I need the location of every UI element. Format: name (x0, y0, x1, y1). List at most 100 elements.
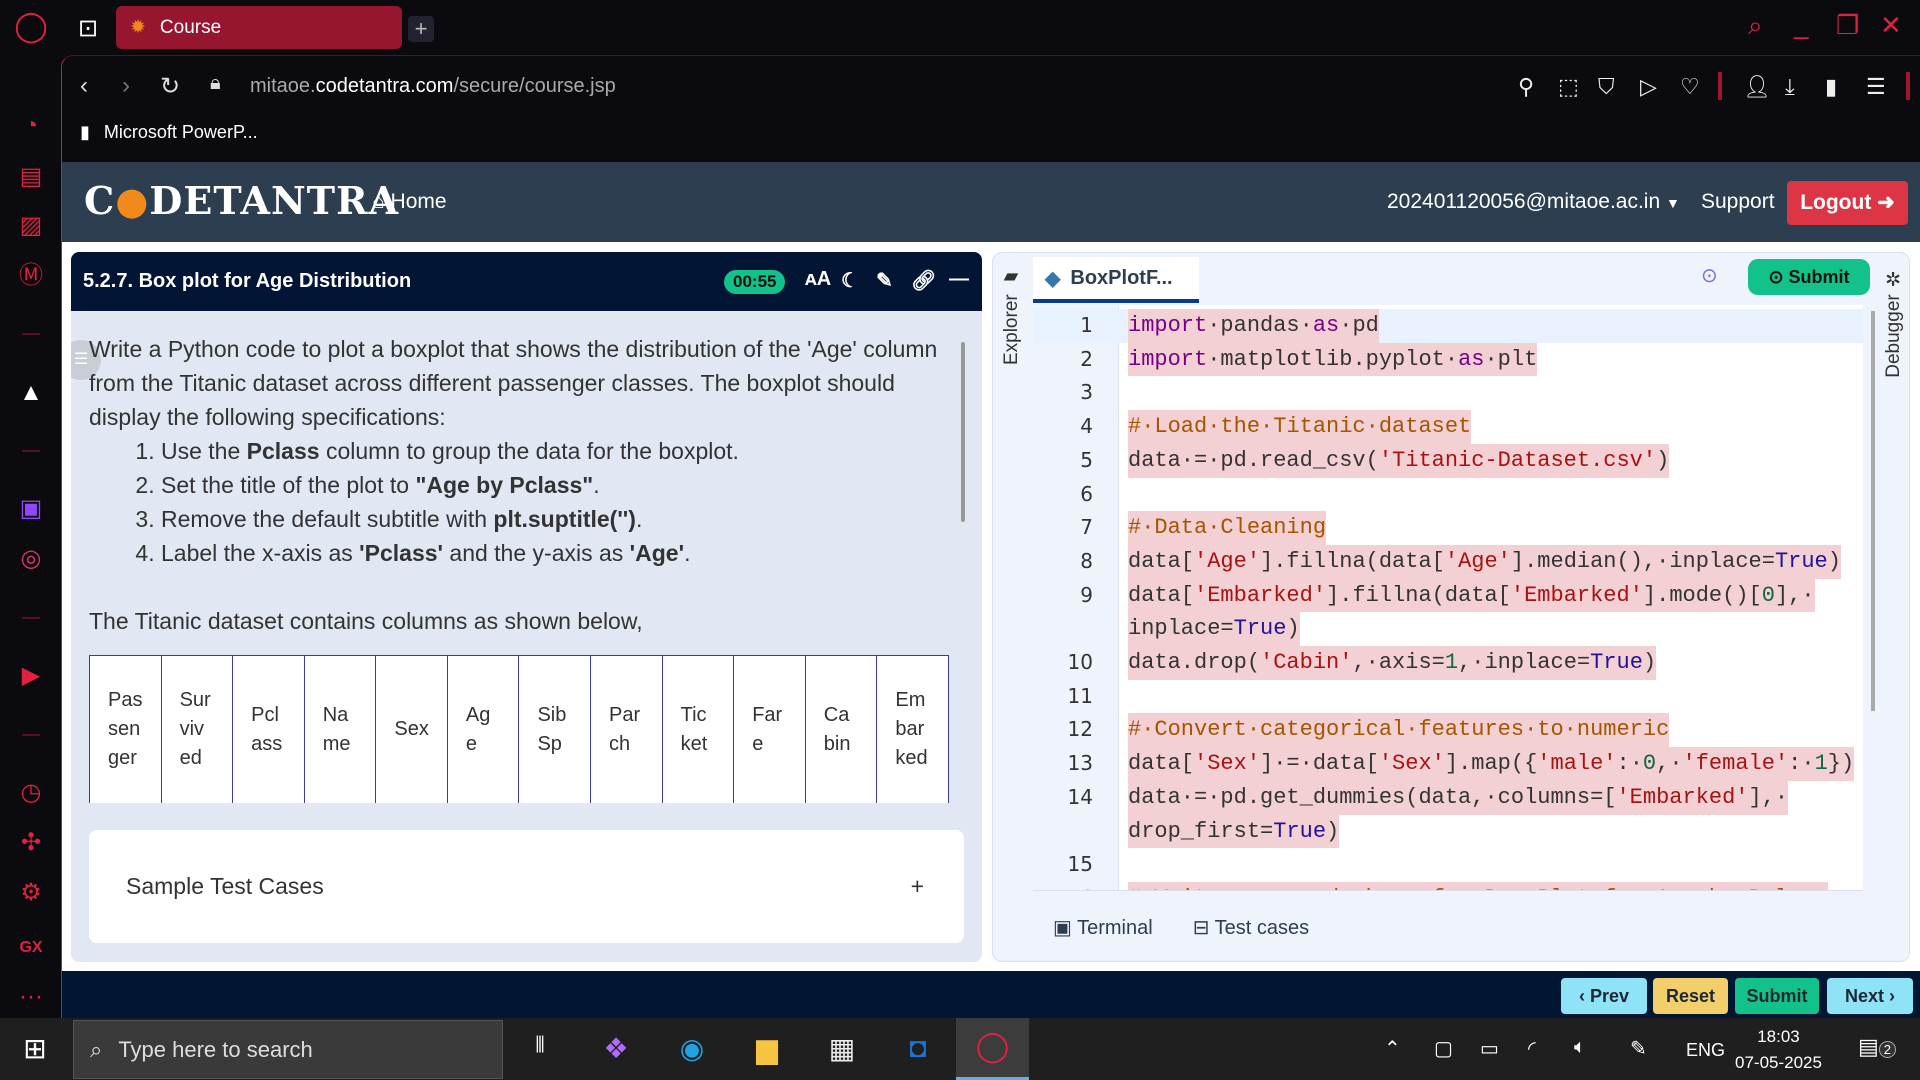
reset-button[interactable]: Reset (1653, 978, 1728, 1014)
url-path: /secure/course.jsp (453, 75, 616, 97)
battery-icon[interactable]: ▭ (1480, 1036, 1499, 1061)
edge-icon[interactable]: ◉ (672, 1032, 712, 1065)
dark-mode-icon[interactable]: ☾ (841, 268, 859, 293)
code-line[interactable]: drop_first=True) (1033, 814, 1863, 849)
codetantra-logo[interactable]: C●DETANTRA (84, 178, 399, 223)
code-token: 'male' (1537, 751, 1617, 777)
minimize-button[interactable]: _ (1794, 10, 1808, 41)
history-icon[interactable]: ◷ (14, 776, 48, 810)
edit-icon[interactable]: ✎ (876, 268, 893, 293)
snapshot-icon[interactable]: ⬚ (1558, 74, 1579, 100)
next-button[interactable]: Next › (1827, 978, 1913, 1014)
user-menu[interactable]: 202401120056@mitaoe.ac.in ▼ (1387, 190, 1680, 214)
browser-tab-course[interactable]: ✹ Course (116, 6, 402, 49)
scrollbar[interactable] (961, 342, 965, 522)
file-tab[interactable]: ◆ BoxPlotF... (1033, 257, 1199, 303)
code-line[interactable]: 11 (1033, 680, 1863, 714)
expand-icon[interactable]: + (911, 873, 924, 900)
code-line[interactable]: 3 (1033, 376, 1863, 410)
lock-icon[interactable]: 🔒︎ (210, 72, 221, 95)
taskbar-search[interactable]: ⌕ Type here to search (73, 1020, 503, 1079)
editor-scrollbar[interactable] (1871, 311, 1875, 711)
store-icon[interactable]: ▦ (822, 1032, 862, 1065)
close-button[interactable]: ✕ (1880, 10, 1902, 41)
code-line[interactable]: 4 #·Load·the·Titanic·dataset (1033, 410, 1863, 444)
editor-submit-button[interactable]: ⊙ Submit (1748, 259, 1870, 295)
debugger-toggle[interactable]: Debugger ✲ (1883, 267, 1905, 378)
speed-dial-icon[interactable]: ◔ (14, 109, 48, 143)
prev-button[interactable]: ‹ Prev (1561, 978, 1647, 1014)
outlook-icon[interactable]: ◘ (898, 1032, 938, 1064)
instagram-icon[interactable]: ◎ (14, 542, 48, 576)
m-icon[interactable]: Ⓜ (14, 259, 48, 293)
pen-icon[interactable]: ✎ (1630, 1036, 1647, 1061)
font-size-icon[interactable]: ᴀA (805, 268, 831, 291)
notifications-icon[interactable]: ▤ 2 (1858, 1034, 1897, 1060)
opera-logo-icon[interactable]: ◯ (14, 10, 48, 44)
code-line[interactable]: 9 data['Embarked'].fillna(data['Embarked'… (1033, 578, 1863, 613)
code-line[interactable]: 12 #·Convert·categorical·features·to·nume… (1033, 713, 1863, 748)
tv-icon[interactable]: ▨ (14, 209, 48, 243)
clock[interactable]: 18:03 07-05-2025 (1735, 1024, 1822, 1076)
file-explorer-icon[interactable]: ▆ (747, 1032, 787, 1065)
restore-button[interactable]: ❐ (1836, 10, 1859, 41)
easy-setup-icon[interactable]: ☰ (1866, 74, 1886, 100)
pin-icon[interactable]: ⚲ (1518, 74, 1534, 100)
code-line[interactable]: 7 #·Data·Cleaning (1033, 511, 1863, 545)
explorer-toggle[interactable]: Explorer ▰ (1001, 267, 1023, 365)
code-line[interactable]: 10 data.drop('Cabin',·axis=1,·inplace=Tru… (1033, 646, 1863, 680)
address-bar[interactable]: mitaoe.codetantra.com/secure/course.jsp (250, 75, 616, 98)
copilot-icon[interactable]: ❖ (596, 1032, 636, 1065)
sample-test-cases[interactable]: Sample Test Cases + (89, 830, 964, 943)
code-line[interactable]: 15 (1033, 848, 1863, 882)
show-hidden-icons[interactable]: ⌃ (1384, 1036, 1401, 1061)
wifi-icon[interactable]: ◜ (1528, 1036, 1536, 1061)
code-line[interactable]: 16 #·Write·your·code·here·for·Box·Plot·fo… (1033, 881, 1863, 890)
search-tabs-icon[interactable]: ⌕ (1748, 10, 1763, 42)
code-line[interactable]: 6 (1033, 478, 1863, 512)
battery-saver-icon[interactable]: ▮ (1825, 74, 1837, 100)
submit-button[interactable]: Submit (1735, 978, 1819, 1014)
download-icon[interactable]: ⤓ (1785, 74, 1795, 100)
settings-icon[interactable]: ⚙ (14, 876, 48, 910)
extensions-icon[interactable]: ✣ (14, 826, 48, 860)
minimize-panel-icon[interactable]: — (949, 268, 969, 291)
flow-icon[interactable]: ▷ (1640, 74, 1657, 100)
twitch-icon[interactable]: ▣ (14, 492, 48, 526)
player-icon[interactable]: ▶ (14, 659, 48, 693)
code-line[interactable]: 8 data['Age'].fillna(data['Age'].median()… (1033, 544, 1863, 579)
opera-taskbar-button[interactable]: ◯ (956, 1018, 1029, 1080)
task-view-icon[interactable]: ⫴ (520, 1032, 560, 1058)
code-editor[interactable]: 1 import·pandas·as·pd 2 import·matplotlib.p… (1033, 305, 1863, 890)
home-link[interactable]: ⌂ Home (372, 190, 447, 214)
start-icon[interactable]: ⊞ (15, 1032, 55, 1065)
language-indicator[interactable]: ENG (1686, 1040, 1725, 1061)
profile-icon[interactable]: 👤︎ (1743, 74, 1771, 100)
code-line[interactable]: 1 import·pandas·as·pd (1033, 309, 1863, 343)
code-line[interactable]: 14 data·=·pd.get_dummies(data,·columns=['… (1033, 780, 1863, 815)
volume-icon[interactable]: 🔈︎ (1574, 1036, 1586, 1059)
code-line[interactable]: inplace=True) (1033, 612, 1863, 646)
code-line[interactable]: 2 import·matplotlib.pyplot·as·plt (1033, 342, 1863, 377)
forward-icon[interactable]: › (122, 72, 130, 100)
test-cases-tab[interactable]: ⊟ Test cases (1193, 915, 1309, 940)
reload-icon[interactable]: ↻ (160, 72, 180, 101)
favorites-icon[interactable]: ♡ (1680, 74, 1700, 100)
terminal-tab[interactable]: ▣ Terminal (1053, 915, 1153, 940)
support-link[interactable]: Support (1701, 190, 1775, 214)
tab-islands-icon[interactable]: ⊡ (78, 14, 98, 43)
bookmark-powerpoint[interactable]: ▮ Microsoft PowerP... (80, 122, 258, 143)
aria-icon[interactable]: ▲ (14, 376, 48, 410)
logout-button[interactable]: Logout ➜ (1787, 181, 1908, 225)
run-icon[interactable]: ⊙ (1701, 263, 1718, 288)
code-line[interactable]: 13 data['Sex']·=·data['Sex'].map({'male':… (1033, 747, 1863, 781)
camera-icon[interactable]: ▢ (1434, 1036, 1453, 1061)
shopping-icon[interactable]: ▤ (14, 160, 48, 194)
more-icon[interactable]: ··· (14, 980, 48, 1014)
new-tab-button[interactable]: + (408, 16, 434, 42)
link-icon[interactable]: 🔗︎ (911, 268, 936, 293)
back-icon[interactable]: ‹ (80, 72, 88, 100)
adblock-icon[interactable]: ⛉ (1598, 74, 1615, 100)
gx-icon[interactable]: GX (14, 931, 48, 965)
code-line[interactable]: 5 data·=·pd.read_csv('Titanic-Dataset.csv… (1033, 443, 1863, 478)
